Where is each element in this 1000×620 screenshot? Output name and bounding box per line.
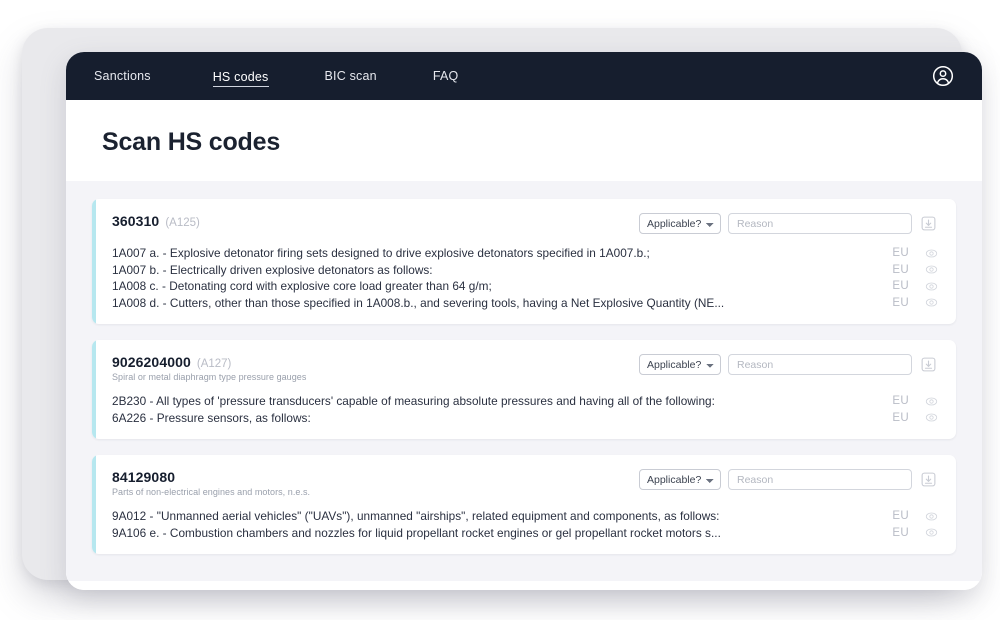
reason-input[interactable]: [728, 354, 912, 375]
code-block: 9026204000 (A127) Spiral or metal diaphr…: [112, 353, 306, 382]
region-tag: EU: [892, 527, 909, 539]
region-tag: EU: [892, 297, 909, 309]
entry-text: 1A007 b. - Electrically driven explosive…: [112, 263, 882, 277]
entry-text: 9A106 e. - Combustion chambers and nozzl…: [112, 526, 882, 540]
region-tag: EU: [892, 395, 909, 407]
download-save-icon[interactable]: [919, 470, 938, 489]
results-list: 360310 (A125) Applicable?: [66, 181, 982, 581]
hs-code-value: 360310: [112, 213, 159, 229]
hs-code-value: 84129080: [112, 469, 175, 485]
entry-meta: EU: [892, 246, 938, 260]
top-navigation-bar: Sanctions HS codes BIC scan FAQ: [66, 52, 982, 100]
reason-input[interactable]: [728, 469, 912, 490]
entry-text: 1A008 c. - Detonating cord with explosiv…: [112, 279, 882, 293]
region-tag: EU: [892, 412, 909, 424]
card-controls: Applicable?: [639, 212, 938, 234]
entry-row: 1A008 c. - Detonating cord with explosiv…: [112, 278, 938, 295]
entry-row: 2B230 - All types of 'pressure transduce…: [112, 393, 938, 410]
reason-input[interactable]: [728, 213, 912, 234]
nav-item-faq[interactable]: FAQ: [433, 65, 459, 87]
nav-item-sanctions[interactable]: Sanctions: [94, 65, 151, 87]
eye-icon[interactable]: [924, 509, 938, 523]
hs-code-card: 360310 (A125) Applicable?: [92, 199, 956, 324]
card-controls: Applicable?: [639, 468, 938, 490]
entries-list: 1A007 a. - Explosive detonator firing se…: [112, 245, 938, 311]
card-header: 360310 (A125) Applicable?: [112, 212, 938, 234]
card-header: 84129080 Parts of non-electrical engines…: [112, 468, 938, 497]
entry-meta: EU: [892, 394, 938, 408]
entries-list: 9A012 - "Unmanned aerial vehicles" ("UAV…: [112, 508, 938, 541]
card-controls: Applicable?: [639, 353, 938, 375]
entry-text: 9A012 - "Unmanned aerial vehicles" ("UAV…: [112, 509, 882, 523]
entry-meta: EU: [892, 509, 938, 523]
eye-icon[interactable]: [924, 526, 938, 540]
eye-icon[interactable]: [924, 279, 938, 293]
entry-row: 1A008 d. - Cutters, other than those spe…: [112, 295, 938, 312]
code-block: 84129080 Parts of non-electrical engines…: [112, 468, 310, 497]
hs-code-card: 84129080 Parts of non-electrical engines…: [92, 455, 956, 554]
nav-item-bic-scan[interactable]: BIC scan: [325, 65, 377, 87]
eye-icon[interactable]: [924, 246, 938, 260]
entries-list: 2B230 - All types of 'pressure transduce…: [112, 393, 938, 426]
nav-item-hs-codes[interactable]: HS codes: [213, 66, 269, 87]
entry-text: 6A226 - Pressure sensors, as follows:: [112, 411, 882, 425]
eye-icon[interactable]: [924, 263, 938, 277]
hs-code-reference: (A127): [197, 358, 232, 370]
code-line: 360310 (A125): [112, 213, 200, 229]
region-tag: EU: [892, 247, 909, 259]
hs-code-value: 9026204000: [112, 354, 191, 370]
device-frame: Sanctions HS codes BIC scan FAQ Scan HS …: [22, 28, 962, 580]
entry-meta: EU: [892, 279, 938, 293]
entry-meta: EU: [892, 526, 938, 540]
applicable-select[interactable]: Applicable?: [639, 213, 721, 234]
entry-meta: EU: [892, 263, 938, 277]
entry-row: 9A012 - "Unmanned aerial vehicles" ("UAV…: [112, 508, 938, 525]
entry-row: 1A007 a. - Explosive detonator firing se…: [112, 245, 938, 262]
hs-code-card: 9026204000 (A127) Spiral or metal diaphr…: [92, 340, 956, 439]
region-tag: EU: [892, 510, 909, 522]
hs-code-description: Spiral or metal diaphragm type pressure …: [112, 372, 306, 382]
applicable-select[interactable]: Applicable?: [639, 469, 721, 490]
eye-icon[interactable]: [924, 296, 938, 310]
entry-row: 9A106 e. - Combustion chambers and nozzl…: [112, 525, 938, 542]
entry-row: 6A226 - Pressure sensors, as follows: EU: [112, 410, 938, 427]
entry-meta: EU: [892, 411, 938, 425]
download-save-icon[interactable]: [919, 214, 938, 233]
code-block: 360310 (A125): [112, 212, 200, 229]
nav-items: Sanctions HS codes BIC scan FAQ: [94, 65, 930, 87]
region-tag: EU: [892, 280, 909, 292]
user-circle-icon[interactable]: [930, 63, 956, 89]
entry-meta: EU: [892, 296, 938, 310]
hs-code-description: Parts of non-electrical engines and moto…: [112, 487, 310, 497]
code-line: 9026204000 (A127): [112, 354, 306, 370]
entry-row: 1A007 b. - Electrically driven explosive…: [112, 262, 938, 279]
code-line: 84129080: [112, 469, 310, 485]
applicable-select[interactable]: Applicable?: [639, 354, 721, 375]
app-window: Sanctions HS codes BIC scan FAQ Scan HS …: [66, 52, 982, 590]
eye-icon[interactable]: [924, 394, 938, 408]
entry-text: 2B230 - All types of 'pressure transduce…: [112, 394, 882, 408]
screenshot-stage: Sanctions HS codes BIC scan FAQ Scan HS …: [0, 0, 1000, 620]
page-body: Scan HS codes 360310 (A125): [66, 100, 982, 590]
entry-text: 1A008 d. - Cutters, other than those spe…: [112, 296, 882, 310]
hs-code-reference: (A125): [165, 217, 200, 229]
page-title: Scan HS codes: [66, 100, 982, 181]
download-save-icon[interactable]: [919, 355, 938, 374]
card-header: 9026204000 (A127) Spiral or metal diaphr…: [112, 353, 938, 382]
region-tag: EU: [892, 264, 909, 276]
eye-icon[interactable]: [924, 411, 938, 425]
entry-text: 1A007 a. - Explosive detonator firing se…: [112, 246, 882, 260]
